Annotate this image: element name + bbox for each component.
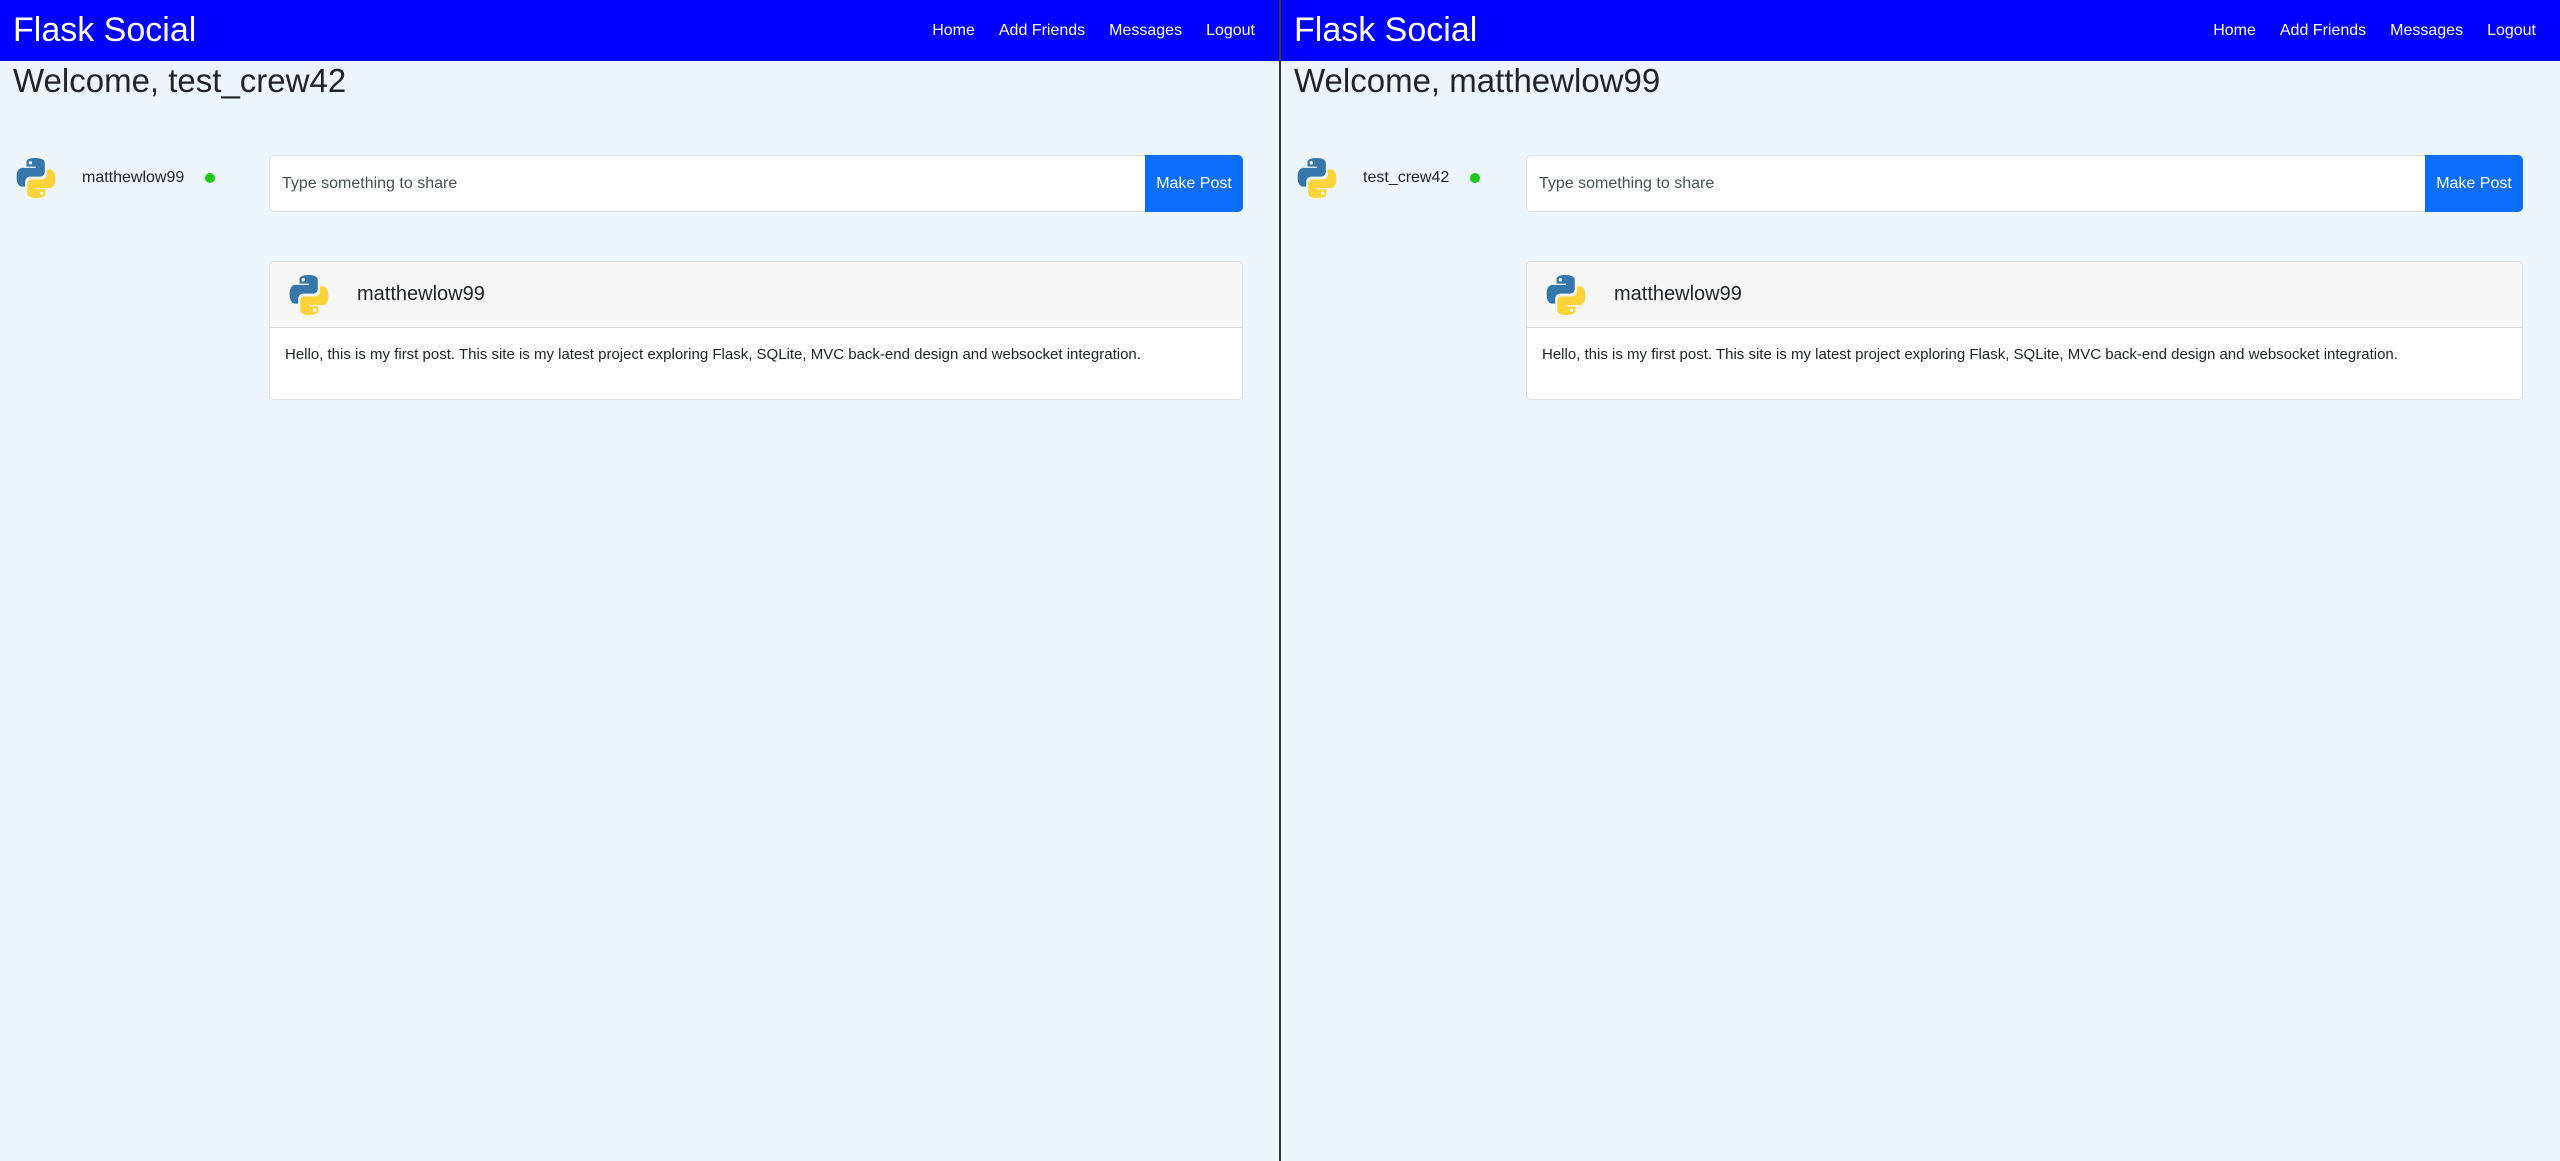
navbar: Flask Social Home Add Friends Messages L… bbox=[1281, 0, 2560, 61]
friend-list-item[interactable]: matthewlow99 bbox=[12, 153, 216, 203]
friend-name: matthewlow99 bbox=[82, 169, 185, 186]
post-author: matthewlow99 bbox=[1614, 283, 1742, 305]
make-post-button[interactable]: Make Post bbox=[2425, 155, 2523, 212]
post-body: Hello, this is my first post. This site … bbox=[285, 346, 1141, 363]
post-input[interactable] bbox=[269, 155, 1145, 212]
post-card-header: matthewlow99 bbox=[1527, 262, 2522, 328]
browser-window-left: Flask Social Home Add Friends Messages L… bbox=[0, 0, 1279, 1161]
nav-logout-link[interactable]: Logout bbox=[1206, 22, 1255, 40]
post-card-header: matthewlow99 bbox=[270, 262, 1242, 328]
nav-messages-link[interactable]: Messages bbox=[1109, 22, 1182, 40]
welcome-heading: Welcome, matthewlow99 bbox=[1294, 62, 1661, 99]
online-status-dot bbox=[205, 173, 216, 183]
python-logo-icon bbox=[1542, 271, 1590, 319]
screen: Flask Social Home Add Friends Messages L… bbox=[0, 0, 2560, 1161]
welcome-heading: Welcome, test_crew42 bbox=[13, 62, 347, 99]
post-card: matthewlow99 Hello, this is my first pos… bbox=[1526, 261, 2523, 400]
browser-window-right: Flask Social Home Add Friends Messages L… bbox=[1281, 0, 2560, 1161]
nav-add-friends-link[interactable]: Add Friends bbox=[2280, 22, 2366, 40]
post-author: matthewlow99 bbox=[357, 283, 485, 305]
python-logo-icon bbox=[285, 271, 333, 319]
nav-links: Home Add Friends Messages Logout bbox=[2213, 0, 2536, 61]
online-status-dot bbox=[1470, 173, 1481, 183]
post-body: Hello, this is my first post. This site … bbox=[1542, 346, 2398, 363]
brand-link[interactable]: Flask Social bbox=[13, 9, 196, 51]
make-post-button[interactable]: Make Post bbox=[1145, 155, 1243, 212]
python-logo-icon bbox=[12, 154, 60, 202]
post-form: Make Post bbox=[269, 155, 1243, 212]
post-card: matthewlow99 Hello, this is my first pos… bbox=[269, 261, 1243, 400]
nav-home-link[interactable]: Home bbox=[932, 22, 975, 40]
brand-link[interactable]: Flask Social bbox=[1294, 9, 1477, 51]
nav-logout-link[interactable]: Logout bbox=[2487, 22, 2536, 40]
friend-list-item[interactable]: test_crew42 bbox=[1293, 153, 1481, 203]
friend-name: test_crew42 bbox=[1363, 169, 1450, 186]
post-input[interactable] bbox=[1526, 155, 2425, 212]
nav-home-link[interactable]: Home bbox=[2213, 22, 2256, 40]
nav-add-friends-link[interactable]: Add Friends bbox=[999, 22, 1085, 40]
python-logo-icon bbox=[1293, 154, 1341, 202]
nav-links: Home Add Friends Messages Logout bbox=[932, 0, 1255, 61]
post-form: Make Post bbox=[1526, 155, 2523, 212]
navbar: Flask Social Home Add Friends Messages L… bbox=[0, 0, 1279, 61]
nav-messages-link[interactable]: Messages bbox=[2390, 22, 2463, 40]
